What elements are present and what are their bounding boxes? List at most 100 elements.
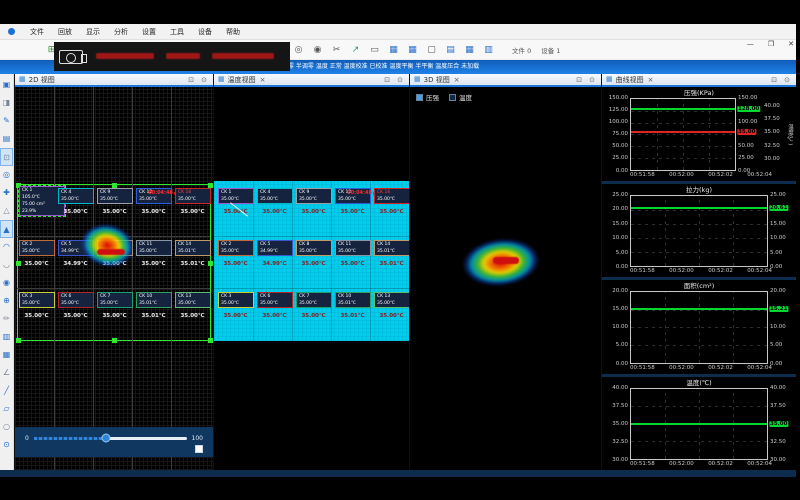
measure-box-CK2[interactable]: CK 235.00℃	[218, 240, 254, 256]
measure-box-CK3[interactable]: CK 335.00℃	[19, 292, 55, 308]
export-region-tool[interactable]: ⊙	[0, 436, 13, 454]
measure-box-CK13[interactable]: CK 1335.00℃	[374, 292, 409, 308]
pointer-tool[interactable]: ▣	[0, 76, 13, 94]
x-tick: 00:52:02	[708, 267, 733, 276]
layers-tool[interactable]: ◨	[0, 94, 13, 112]
settings-icon[interactable]: ⊙	[587, 76, 597, 84]
measure-box-CK3[interactable]: CK 335.00℃	[218, 292, 254, 308]
measure-box-CK10[interactable]: CK 1035.01℃	[335, 292, 371, 308]
roi-handle[interactable]	[16, 338, 21, 343]
menu-item-工具[interactable]: 工具	[163, 25, 191, 39]
option-checkbox[interactable]	[195, 445, 203, 453]
measure-box-CK11[interactable]: CK 1135.00℃	[335, 240, 371, 256]
measure-box-CK1[interactable]: CK 135.00℃	[218, 188, 254, 204]
grid-view-2-icon[interactable]: ▦	[403, 41, 422, 59]
polygon-tool[interactable]: ▱	[0, 400, 13, 418]
measure-box-CK4[interactable]: CK 435.00℃	[257, 188, 293, 204]
region-tool[interactable]: ⊡	[0, 148, 13, 166]
expand-icon[interactable]: ⊡	[769, 76, 779, 84]
close-icon[interactable]: ×	[648, 76, 654, 84]
measure-box-CK9[interactable]: CK 935.00℃	[97, 188, 133, 204]
panel-2d-header[interactable]: ▦ 2D 视图 ⊡ ⊙	[15, 74, 213, 87]
menu-item-设备[interactable]: 设备	[191, 25, 219, 39]
series-value-label: 20.61	[769, 205, 788, 211]
matrix-view-icon[interactable]: ▦	[460, 41, 479, 59]
settings-icon[interactable]: ⊙	[199, 76, 209, 84]
legend-item-压强[interactable]: 压强	[416, 92, 439, 102]
measure-box-CK10[interactable]: CK 1035.01℃	[136, 292, 172, 308]
triangle-solid-tool[interactable]: ▲	[0, 220, 13, 238]
target-tool[interactable]: ◎	[0, 166, 13, 184]
circle-tool[interactable]: ○	[0, 418, 13, 436]
measure-box-CK7[interactable]: CK 735.00℃	[296, 292, 332, 308]
grid-view-icon[interactable]: ▦	[384, 41, 403, 59]
measure-box-CK8[interactable]: CK 835.00℃	[296, 240, 332, 256]
menu-item-设置[interactable]: 设置	[135, 25, 163, 39]
measure-box-CK6[interactable]: CK 635.00℃	[58, 292, 94, 308]
temperature-reading: 35.00℃	[173, 209, 212, 215]
measure-box-CK13[interactable]: CK 1335.00℃	[175, 292, 211, 308]
expand-icon[interactable]: ⊡	[186, 76, 196, 84]
probe-tool[interactable]: ⊕	[0, 292, 13, 310]
angle-tool[interactable]: ∠	[0, 364, 13, 382]
menu-item-分析[interactable]: 分析	[107, 25, 135, 39]
brush-tool[interactable]: ✎	[0, 112, 13, 130]
close-icon[interactable]: ×	[454, 76, 460, 84]
minimize-icon[interactable]: —	[747, 40, 754, 48]
expand-icon[interactable]: ⊡	[382, 76, 392, 84]
measure-box-CK14[interactable]: CK 1435.01℃	[175, 240, 211, 256]
panel-temp-header[interactable]: ▦ 温度视图 × ⊡ ⊙	[214, 74, 409, 87]
menu-item-帮助[interactable]: 帮助	[219, 25, 247, 39]
panel-curves-header[interactable]: ▦ 曲线视图 × ⊡ ⊙	[602, 74, 796, 87]
series-value-label: 15.21	[769, 306, 788, 312]
measure-box-CK6[interactable]: CK 635.00℃	[257, 292, 293, 308]
list-tool[interactable]: ▤	[0, 130, 13, 148]
expand-icon[interactable]: ⊡	[574, 76, 584, 84]
table-view-icon[interactable]: ▤	[441, 41, 460, 59]
export-icon[interactable]: ↗	[346, 41, 365, 59]
panel-3d-header[interactable]: ▦ 3D 视图 × ⊡ ⊙	[410, 74, 601, 87]
settings-icon[interactable]: ⊙	[395, 76, 405, 84]
gridline-v	[665, 292, 666, 363]
arc-up-tool[interactable]: ◠	[0, 238, 13, 256]
rows-tool[interactable]: ▥	[0, 328, 13, 346]
menu-item-文件[interactable]: 文件	[23, 25, 51, 39]
measure-box-CK14[interactable]: CK 1435.01℃	[374, 240, 409, 256]
measure-box-CK16[interactable]: CK 1635.00℃	[175, 188, 211, 204]
settings-icon[interactable]: ⊙	[782, 76, 792, 84]
menu-item-显示[interactable]: 显示	[79, 25, 107, 39]
chart-title: 面积(cm²)	[604, 281, 794, 291]
thermal-2d-canvas[interactable]: CK 1105.0℃75.00 cm²23.9%CK 435.00℃35.00℃…	[15, 87, 213, 470]
grid-tool[interactable]: ▦	[0, 346, 13, 364]
playback-slider[interactable]: 0100	[25, 433, 203, 443]
maximize-icon[interactable]: ❐	[768, 40, 774, 48]
point-tool[interactable]: ◉	[0, 274, 13, 292]
close-icon[interactable]: ×	[260, 76, 266, 84]
arc-down-tool[interactable]: ◡	[0, 256, 13, 274]
legend-item-温度[interactable]: 温度	[449, 92, 472, 102]
slider-track[interactable]	[34, 437, 187, 440]
record-icon[interactable]: ◎	[289, 41, 308, 59]
measure-box-CK2[interactable]: CK 235.00℃	[19, 240, 55, 256]
cut-icon[interactable]: ✂	[327, 41, 346, 59]
measure-box-CK9[interactable]: CK 935.00℃	[296, 188, 332, 204]
temperature-grid-canvas[interactable]: CK 135.00℃35.00℃CK 435.00℃35.00℃CK 935.0…	[214, 87, 409, 470]
measure-box-CK16[interactable]: CK 1635.00℃	[374, 188, 409, 204]
menu-item-回放[interactable]: 回放	[51, 25, 79, 39]
line-tool[interactable]: ╱	[0, 382, 13, 400]
record-active-icon[interactable]: ◉	[308, 41, 327, 59]
slider-fill	[34, 437, 106, 440]
close-icon[interactable]: ✕	[788, 40, 794, 48]
roi-handle[interactable]	[112, 338, 117, 343]
cross-tool[interactable]: ✚	[0, 184, 13, 202]
chart-view-icon[interactable]: ▥	[479, 41, 498, 59]
measure-box-CK5[interactable]: CK 534.99℃	[257, 240, 293, 256]
pen-tool[interactable]: ✏	[0, 310, 13, 328]
triangle-tool[interactable]: △	[0, 202, 13, 220]
measure-box-CK7[interactable]: CK 735.00℃	[97, 292, 133, 308]
monitor-icon[interactable]: ▢	[422, 41, 441, 59]
surface-3d-canvas[interactable]: 压强温度	[410, 87, 601, 470]
measure-box-CK4[interactable]: CK 435.00℃	[58, 188, 94, 204]
crop-icon[interactable]: ▭	[365, 41, 384, 59]
slider-handle[interactable]	[101, 434, 110, 443]
